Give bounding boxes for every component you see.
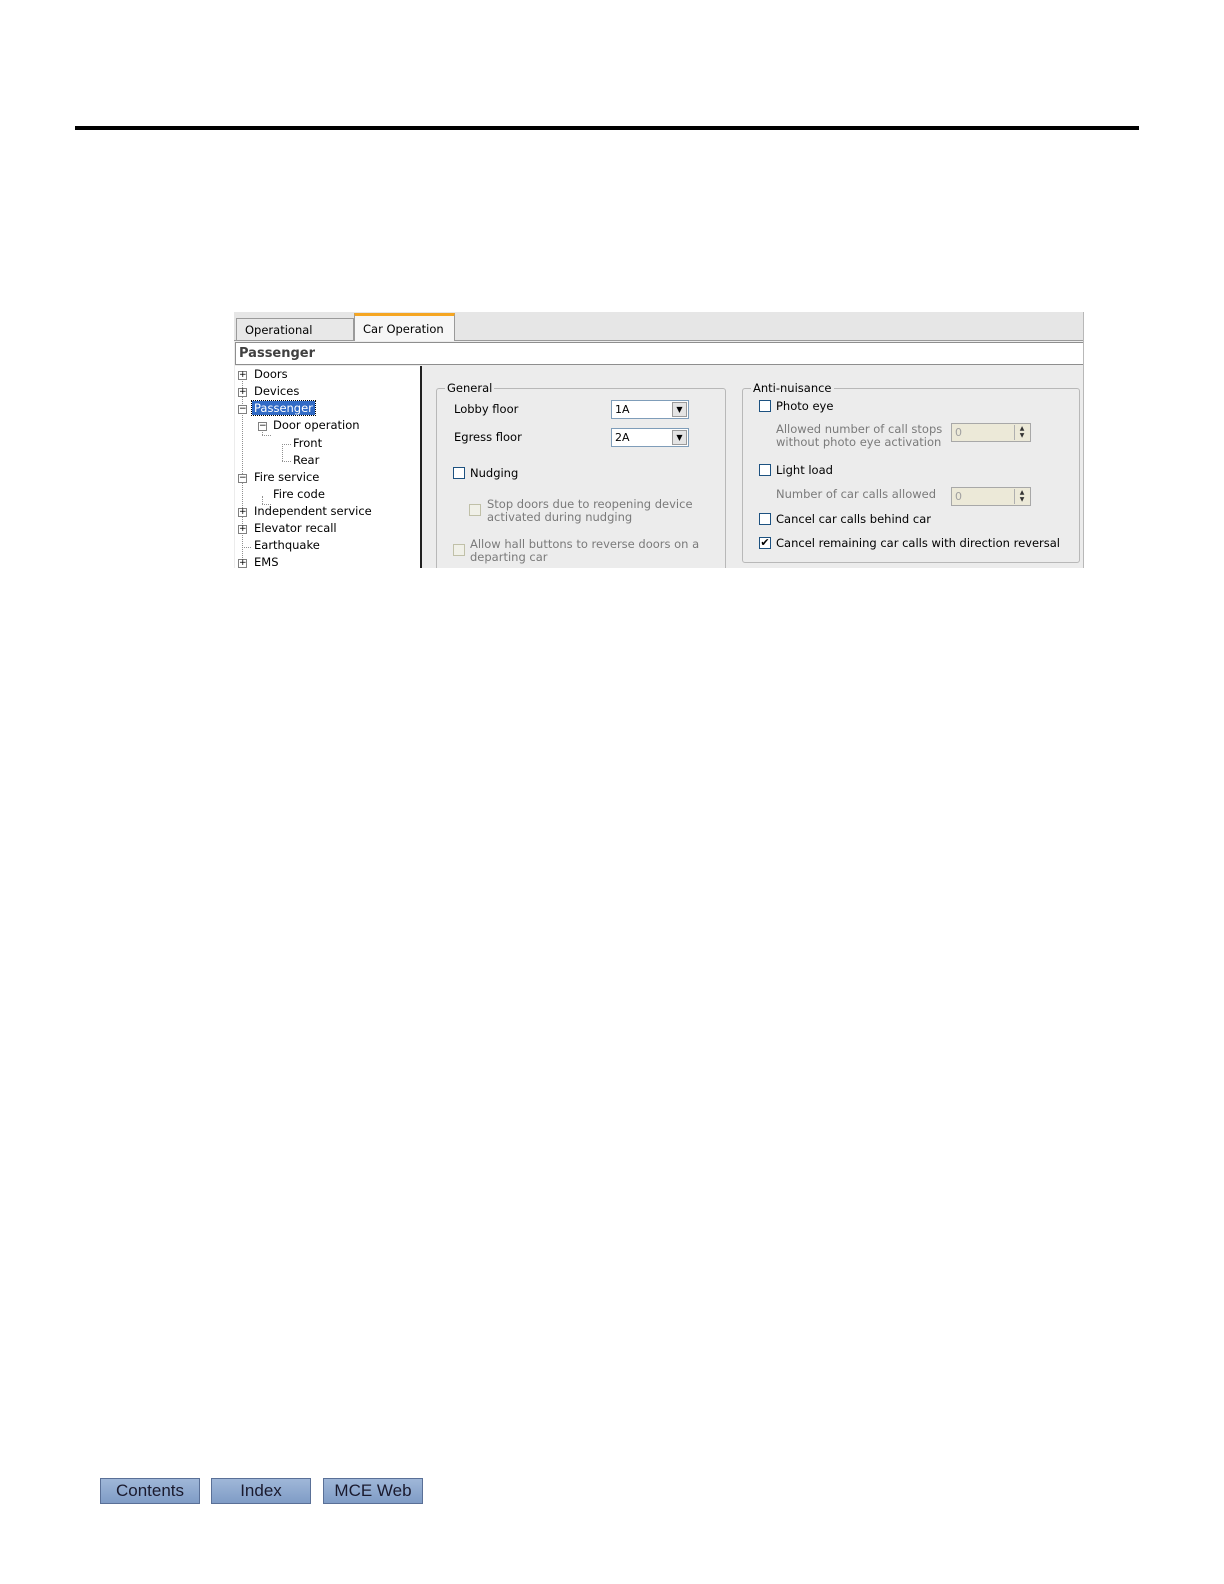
expand-icon[interactable]: + [238,388,247,397]
tree-item-label: Doors [254,367,288,381]
tree-item-earthquake[interactable]: Earthquake [252,537,322,553]
chevron-down-icon[interactable]: ▼ [672,430,687,445]
tree-item-label: Rear [293,453,320,467]
index-button[interactable]: Index [211,1478,311,1504]
tree-item-label: Fire service [254,470,320,484]
tree-item-label: Door operation [273,418,360,432]
allow-hall-label-line1: Allow hall buttons to reverse doors on a [470,537,700,551]
allowed-stops-label-line2: without photo eye activation [776,435,942,449]
tree-item-label: Independent service [254,504,372,518]
tree-item-fire-service[interactable]: Fire service [252,469,321,485]
general-legend: General [447,381,493,395]
tree-connector [282,444,291,445]
lobby-floor-select[interactable]: 1A ▼ [611,400,689,419]
tree-item-fire-code[interactable]: Fire code [271,486,327,502]
lobby-floor-label: Lobby floor [454,402,519,416]
nudging-checkbox[interactable] [453,467,465,479]
light-load-label: Light load [776,463,833,477]
lobby-floor-value: 1A [615,403,630,416]
content-panel: General Lobby floor 1A ▼ Egress floor 2A… [422,366,1083,568]
tree-item-label: Front [293,436,323,450]
collapse-icon[interactable]: − [238,474,247,483]
anti-nuisance-legend: Anti-nuisance [753,381,832,395]
tree-item-label: Elevator recall [254,521,337,535]
contents-button[interactable]: Contents [100,1478,200,1504]
cancel-remaining-label: Cancel remaining car calls with directio… [776,536,1060,550]
mce-web-button[interactable]: MCE Web [323,1478,423,1504]
collapse-icon[interactable]: − [238,405,247,414]
tree-item-front[interactable]: Front [291,435,324,451]
egress-floor-label: Egress floor [454,430,522,444]
egress-floor-select[interactable]: 2A ▼ [611,428,689,447]
photo-eye-checkbox[interactable] [759,400,771,412]
tab-car-operation[interactable]: Car Operation [354,313,455,341]
allow-hall-checkbox[interactable] [453,544,465,556]
tree-connector [242,547,251,548]
spin-up-icon[interactable]: ▲ [1020,425,1025,432]
tree-item-passenger[interactable]: Passenger [251,400,316,416]
tree-item-doors[interactable]: Doors [252,366,290,382]
cancel-behind-checkbox[interactable] [759,513,771,525]
tree-connector [262,435,271,436]
tree-item-label: Fire code [273,487,325,501]
tree-item-independent-service[interactable]: Independent service [252,503,374,519]
stop-doors-checkbox[interactable] [469,504,481,516]
egress-floor-value: 2A [615,431,630,444]
car-calls-allowed-value: 0 [955,490,962,503]
tab-operational-status[interactable]: Operational Status [236,318,354,359]
tree-item-devices[interactable]: Devices [252,383,301,399]
spin-buttons[interactable]: ▲ ▼ [1014,489,1029,504]
tree-item-label: EMS [254,555,279,568]
spin-up-icon[interactable]: ▲ [1020,489,1025,496]
tree-item-rear[interactable]: Rear [291,452,321,468]
tree-connector [282,444,283,461]
check-icon: ✔ [760,536,770,549]
nudging-label: Nudging [470,466,519,480]
tree-item-label: Passenger [251,400,316,416]
collapse-icon[interactable]: − [258,422,267,431]
page-title: Passenger [235,342,1083,365]
spin-down-icon[interactable]: ▼ [1020,496,1025,503]
photo-eye-label: Photo eye [776,399,834,413]
cancel-behind-label: Cancel car calls behind car [776,512,931,526]
stop-doors-label-line2: activated during nudging [487,510,633,524]
tree-item-ems[interactable]: EMS [252,554,281,568]
stop-doors-label-line1: Stop doors due to reopening device [487,497,693,511]
spin-down-icon[interactable]: ▼ [1020,432,1025,439]
tree-item-label: Devices [254,384,300,398]
expand-icon[interactable]: + [238,559,247,568]
expand-icon[interactable]: + [238,508,247,517]
tree-item-door-operation[interactable]: Door operation [271,417,362,433]
tree-item-label: Earthquake [254,538,320,552]
allow-hall-label-line2: departing car [470,550,548,564]
tree-item-elevator-recall[interactable]: Elevator recall [252,520,339,536]
spin-buttons[interactable]: ▲ ▼ [1014,425,1029,440]
car-calls-allowed-label: Number of car calls allowed [776,487,937,501]
app-window: Operational Status Car Operation Passeng… [234,312,1084,568]
car-calls-allowed-stepper[interactable]: 0 ▲ ▼ [951,487,1031,506]
expand-icon[interactable]: + [238,525,247,534]
tab-strip: Operational Status Car Operation [234,312,1083,359]
tree-connector [282,461,291,462]
top-rule [75,126,1139,130]
allowed-stops-stepper[interactable]: 0 ▲ ▼ [951,423,1031,442]
cancel-remaining-checkbox[interactable]: ✔ [759,537,771,549]
allowed-stops-value: 0 [955,426,962,439]
expand-icon[interactable]: + [238,371,247,380]
chevron-down-icon[interactable]: ▼ [672,402,687,417]
allowed-stops-label-line1: Allowed number of call stops [776,422,943,436]
light-load-checkbox[interactable] [759,464,771,476]
settings-tree: + Doors + Devices − Passenger − Door ope… [235,366,422,568]
